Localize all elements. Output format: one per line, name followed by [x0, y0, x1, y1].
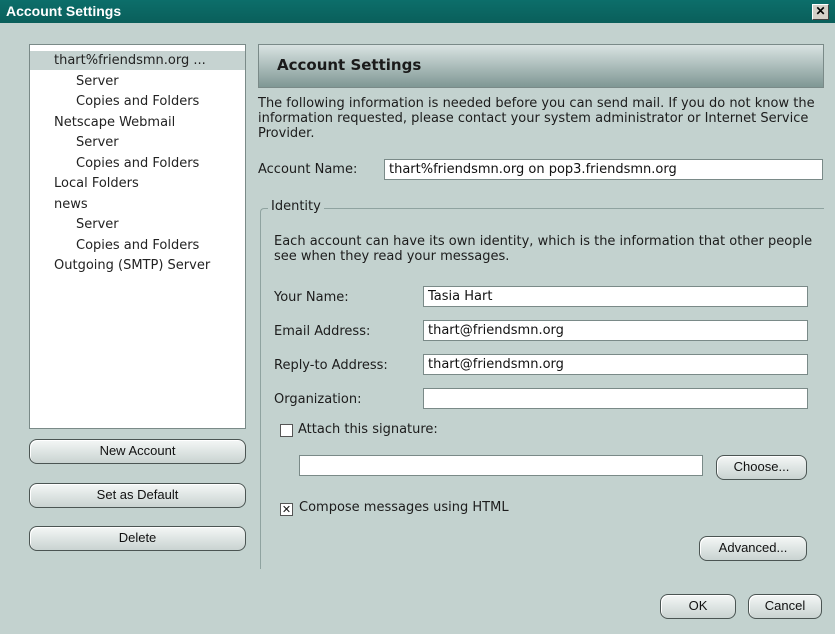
account-tree[interactable]: thart%friendsmn.org ... Server Copies and … — [29, 44, 246, 429]
choose-button[interactable]: Choose... — [716, 455, 807, 480]
organization-label: Organization: — [274, 392, 362, 407]
tree-item[interactable]: Outgoing (SMTP) Server — [54, 256, 210, 275]
panel-title: Account Settings — [277, 56, 422, 74]
attach-signature-checkbox[interactable] — [280, 424, 293, 437]
intro-text: The following information is needed befo… — [258, 96, 815, 141]
tree-item[interactable]: Server — [76, 72, 119, 91]
tree-item[interactable]: news — [54, 195, 88, 214]
compose-html-label: Compose messages using HTML — [299, 500, 509, 515]
your-name-field[interactable]: Tasia Hart — [423, 286, 808, 307]
tree-item[interactable]: Local Folders — [54, 174, 139, 193]
reply-to-address-label: Reply-to Address: — [274, 358, 388, 373]
identity-legend: Identity — [268, 199, 324, 214]
new-account-button[interactable]: New Account — [29, 439, 246, 464]
cancel-button[interactable]: Cancel — [748, 594, 822, 619]
tree-item[interactable]: Netscape Webmail — [54, 113, 175, 132]
advanced-button[interactable]: Advanced... — [699, 536, 807, 561]
window-title: Account Settings — [6, 3, 122, 19]
set-as-default-button[interactable]: Set as Default — [29, 483, 246, 508]
tree-item[interactable]: Copies and Folders — [76, 236, 199, 255]
tree-item[interactable]: Copies and Folders — [76, 92, 199, 111]
identity-description: Each account can have its own identity, … — [274, 234, 813, 264]
close-icon[interactable]: ✕ — [812, 4, 829, 20]
attach-signature-label: Attach this signature: — [298, 422, 438, 437]
signature-file-field[interactable] — [299, 455, 703, 476]
account-name-label: Account Name: — [258, 162, 358, 177]
reply-to-address-field[interactable]: thart@friendsmn.org — [423, 354, 808, 375]
tree-item[interactable]: Server — [76, 133, 119, 152]
organization-field[interactable] — [423, 388, 808, 409]
compose-html-checkbox[interactable]: ✕ — [280, 503, 293, 516]
panel-heading: Account Settings — [258, 44, 824, 88]
account-name-field[interactable]: thart%friendsmn.org on pop3.friendsmn.or… — [384, 159, 823, 180]
account-settings-window: Account Settings ✕ thart%friendsmn.org .… — [0, 0, 835, 634]
email-address-label: Email Address: — [274, 324, 371, 339]
your-name-label: Your Name: — [274, 290, 349, 305]
tree-item[interactable]: thart%friendsmn.org ... — [30, 51, 245, 70]
tree-item[interactable]: Copies and Folders — [76, 154, 199, 173]
title-bar: Account Settings ✕ — [0, 0, 835, 23]
delete-button[interactable]: Delete — [29, 526, 246, 551]
ok-button[interactable]: OK — [660, 594, 736, 619]
tree-item[interactable]: Server — [76, 215, 119, 234]
email-address-field[interactable]: thart@friendsmn.org — [423, 320, 808, 341]
